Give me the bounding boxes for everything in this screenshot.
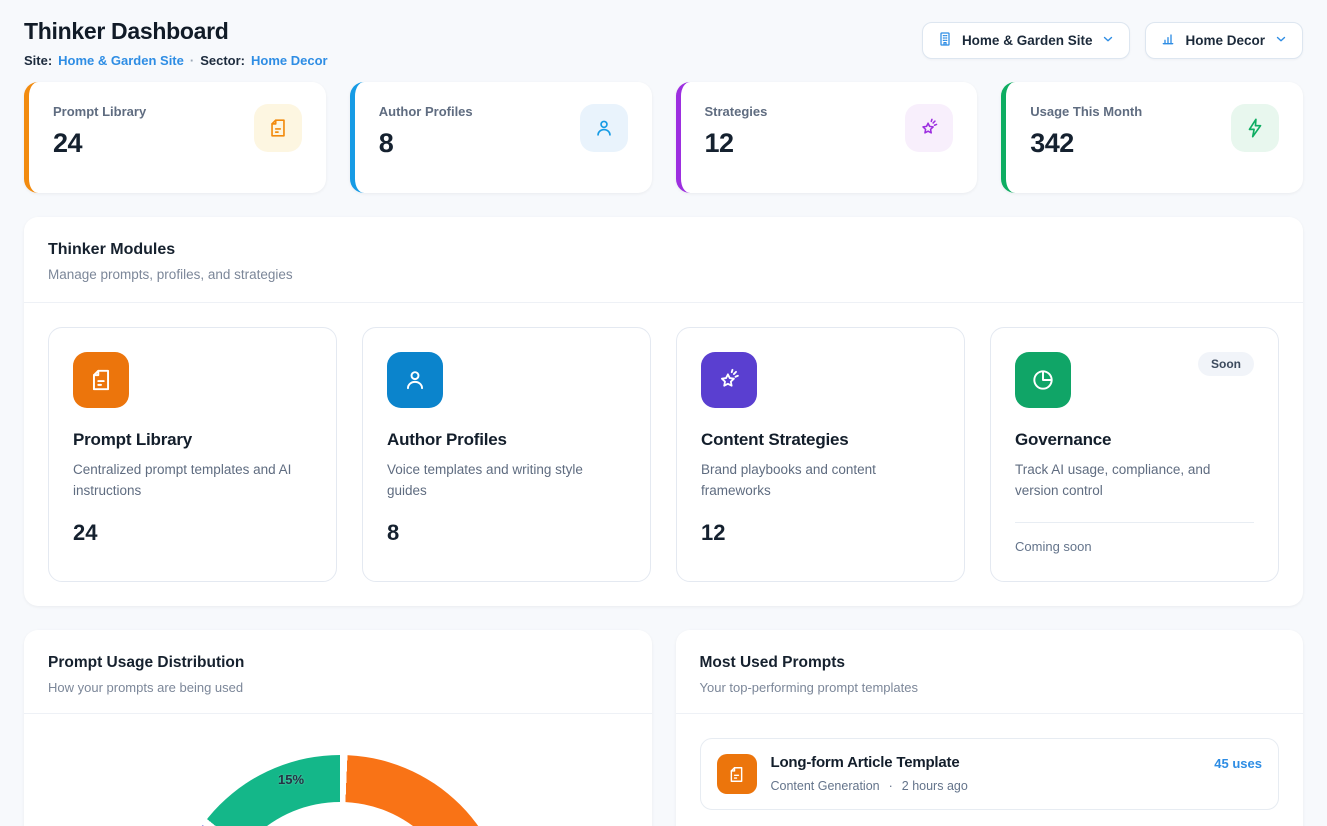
stat-value: 8 (379, 128, 473, 159)
separator-dot: · (190, 53, 194, 68)
module-card-content-strategies[interactable]: Content Strategies Brand playbooks and c… (676, 327, 965, 582)
stat-card-prompt-library: Prompt Library 24 (24, 82, 326, 193)
stat-label: Usage This Month (1030, 104, 1142, 119)
modules-section-subtitle: Manage prompts, profiles, and strategies (48, 267, 1279, 282)
pie-chart-icon (1015, 352, 1071, 408)
usage-chart-subtitle: How your prompts are being used (48, 680, 628, 695)
stat-label: Prompt Library (53, 104, 146, 119)
page-header: Thinker Dashboard Site: Home & Garden Si… (24, 18, 1303, 68)
document-icon (73, 352, 129, 408)
module-title: Author Profiles (387, 430, 626, 450)
stats-row: Prompt Library 24 Author Profiles 8 Stra… (24, 82, 1303, 193)
sparkle-star-icon (905, 104, 953, 152)
bolt-icon (1231, 104, 1279, 152)
prompt-usage-card: Prompt Usage Distribution How your promp… (24, 630, 652, 826)
usage-donut-chart: 15% (170, 755, 510, 826)
separator-dot: · (889, 779, 893, 793)
module-title: Content Strategies (701, 430, 940, 450)
module-description: Track AI usage, compliance, and version … (1015, 460, 1254, 502)
prompt-meta: Content Generation · 2 hours ago (771, 779, 968, 793)
stat-label: Author Profiles (379, 104, 473, 119)
sector-label: Sector: (200, 53, 245, 68)
divider (1015, 522, 1254, 523)
donut-segment-label: 15% (278, 772, 304, 787)
module-count: 24 (73, 520, 312, 546)
bottom-row: Prompt Usage Distribution How your promp… (24, 630, 1303, 826)
user-icon (387, 352, 443, 408)
dashboard-page: Thinker Dashboard Site: Home & Garden Si… (0, 0, 1327, 826)
prompt-list: Long-form Article Template Content Gener… (676, 714, 1304, 826)
site-selector-dropdown[interactable]: Home & Garden Site (922, 22, 1131, 59)
thinker-modules-panel: Thinker Modules Manage prompts, profiles… (24, 217, 1303, 606)
most-used-prompts-card: Most Used Prompts Your top-performing pr… (676, 630, 1304, 826)
modules-grid: Prompt Library Centralized prompt templa… (24, 303, 1303, 606)
stat-value: 12 (705, 128, 768, 159)
module-card-author-profiles[interactable]: Author Profiles Voice templates and writ… (362, 327, 651, 582)
stat-value: 342 (1030, 128, 1142, 159)
module-count: 8 (387, 520, 626, 546)
document-icon (717, 754, 757, 794)
prompt-category: Content Generation (771, 779, 880, 793)
prompt-title: Long-form Article Template (771, 754, 968, 771)
stat-card-strategies: Strategies 12 (676, 82, 978, 193)
sector-link[interactable]: Home Decor (251, 53, 328, 68)
chevron-down-icon (1101, 32, 1115, 49)
sector-selector-label: Home Decor (1185, 33, 1265, 48)
site-link[interactable]: Home & Garden Site (58, 53, 184, 68)
chevron-down-icon (1274, 32, 1288, 49)
stat-card-usage: Usage This Month 342 (1001, 82, 1303, 193)
soon-badge: Soon (1198, 352, 1254, 376)
module-description: Brand playbooks and content frameworks (701, 460, 940, 502)
prompt-timestamp: 2 hours ago (902, 779, 968, 793)
module-card-governance[interactable]: Soon Governance Track AI usage, complian… (990, 327, 1279, 582)
sparkle-star-icon (701, 352, 757, 408)
usage-count-badge: 45 uses (1214, 754, 1262, 771)
header-actions: Home & Garden Site Home Decor (922, 22, 1303, 59)
module-description: Centralized prompt templates and AI inst… (73, 460, 312, 502)
page-title: Thinker Dashboard (24, 18, 328, 45)
stat-card-author-profiles: Author Profiles 8 (350, 82, 652, 193)
donut-chart-area: 15% (24, 714, 652, 826)
modules-section-title: Thinker Modules (48, 241, 1279, 259)
building-icon (937, 31, 953, 50)
module-title: Prompt Library (73, 430, 312, 450)
most-used-title: Most Used Prompts (700, 654, 1280, 672)
coming-soon-text: Coming soon (1015, 539, 1254, 554)
stat-label: Strategies (705, 104, 768, 119)
most-used-subtitle: Your top-performing prompt templates (700, 680, 1280, 695)
site-selector-label: Home & Garden Site (962, 33, 1093, 48)
sector-selector-dropdown[interactable]: Home Decor (1145, 22, 1303, 59)
module-count: 12 (701, 520, 940, 546)
bar-chart-icon (1160, 31, 1176, 50)
breadcrumb: Site: Home & Garden Site · Sector: Home … (24, 53, 328, 68)
module-description: Voice templates and writing style guides (387, 460, 626, 502)
user-icon (580, 104, 628, 152)
document-icon (254, 104, 302, 152)
module-card-prompt-library[interactable]: Prompt Library Centralized prompt templa… (48, 327, 337, 582)
stat-value: 24 (53, 128, 146, 159)
prompt-list-item[interactable]: Long-form Article Template Content Gener… (700, 738, 1280, 810)
site-label: Site: (24, 53, 52, 68)
usage-chart-title: Prompt Usage Distribution (48, 654, 628, 672)
module-title: Governance (1015, 430, 1254, 450)
